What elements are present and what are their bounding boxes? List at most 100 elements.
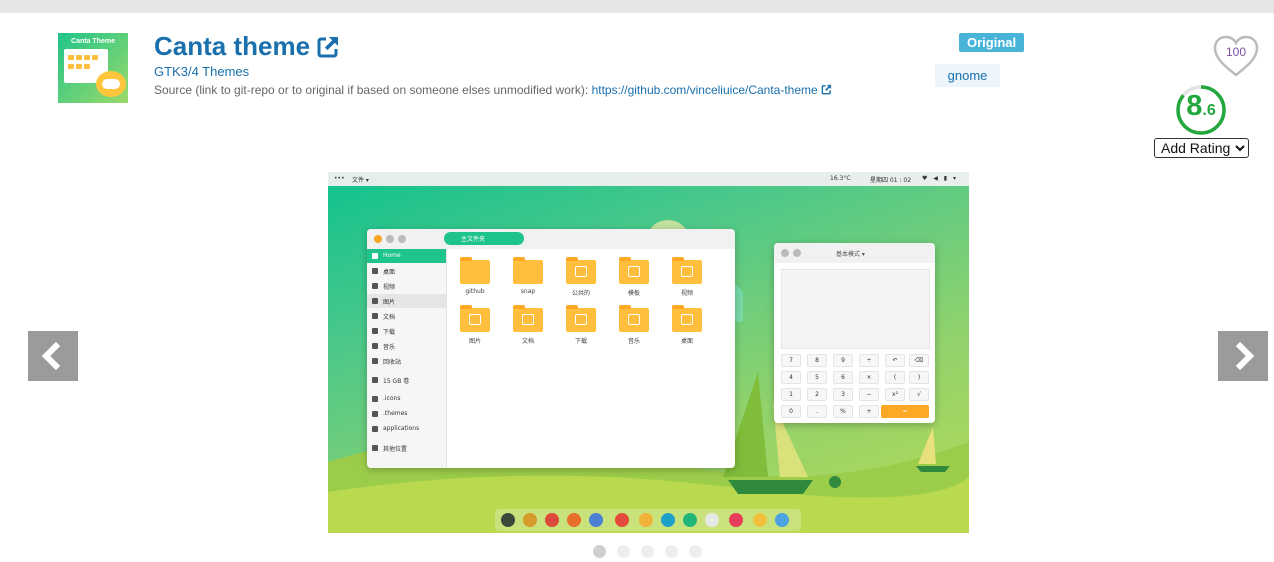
document-icon	[372, 313, 378, 319]
folder-item[interactable]: 下载	[561, 305, 601, 352]
theme-thumbnail[interactable]: Canta Theme	[58, 33, 128, 103]
sidebar-item-music[interactable]: 音乐	[367, 339, 446, 353]
calc-key[interactable]: 2	[807, 388, 827, 401]
calc-key[interactable]: 4	[781, 371, 801, 384]
calc-key[interactable]: %	[833, 405, 853, 418]
calc-key[interactable]: 1	[781, 388, 801, 401]
next-slide-button[interactable]	[1218, 331, 1268, 381]
dock-app-icon[interactable]	[639, 513, 653, 527]
sidebar-item-themes[interactable]: .themes	[367, 407, 446, 421]
sidebar-item-videos[interactable]: 视频	[367, 279, 446, 293]
dock-app-icon[interactable]	[523, 513, 537, 527]
carousel-dot[interactable]	[617, 545, 630, 558]
dock-app-icon[interactable]	[705, 513, 719, 527]
sidebar-item-pictures[interactable]: 图片	[367, 294, 446, 308]
calc-key[interactable]: ÷	[859, 354, 879, 367]
dock-app-icon[interactable]	[545, 513, 559, 527]
sidebar-item-label: .themes	[383, 410, 408, 417]
calc-key[interactable]: 6	[833, 371, 853, 384]
sidebar-item-icons[interactable]: .icons	[367, 392, 446, 406]
sidebar-item-documents[interactable]: 文档	[367, 309, 446, 323]
calc-key[interactable]: ⌫	[909, 354, 929, 367]
calc-key[interactable]: +	[859, 405, 879, 418]
activities-button[interactable]: •••	[334, 175, 345, 182]
calc-key[interactable]: (	[885, 371, 905, 384]
calc-key[interactable]: 3	[833, 388, 853, 401]
window-minimize-button[interactable]	[793, 249, 801, 257]
page-title[interactable]: Canta theme	[154, 31, 340, 66]
calc-key[interactable]: 7	[781, 354, 801, 367]
dock-app-icon[interactable]	[589, 513, 603, 527]
window-minimize-button[interactable]	[386, 235, 394, 243]
window-close-button[interactable]	[781, 249, 789, 257]
folder-item[interactable]: 视频	[667, 257, 707, 304]
window-close-button[interactable]	[374, 235, 382, 243]
prev-slide-button[interactable]	[28, 331, 78, 381]
folder-item[interactable]: snap	[508, 257, 548, 304]
external-link-icon[interactable]	[316, 35, 340, 66]
carousel-dot[interactable]	[641, 545, 654, 558]
weather-indicator[interactable]: 16.3°C	[830, 175, 851, 182]
sidebar-item-desktop[interactable]: 桌面	[367, 264, 446, 278]
dock-app-icon[interactable]	[775, 513, 789, 527]
downloads-folder-icon	[566, 305, 596, 332]
sidebar-item-downloads[interactable]: 下载	[367, 324, 446, 338]
path-bar[interactable]: 主文件夹	[444, 232, 524, 245]
carousel-dot[interactable]	[593, 545, 606, 558]
calc-key[interactable]: .	[807, 405, 827, 418]
dock-app-icon[interactable]	[661, 513, 675, 527]
folder-label: 下载	[574, 338, 587, 345]
carousel-dot[interactable]	[665, 545, 678, 558]
folder-item[interactable]: github	[455, 257, 495, 304]
window-maximize-button[interactable]	[398, 235, 406, 243]
dock-app-icon[interactable]	[501, 513, 515, 527]
calculator-mode[interactable]: 基本模式 ▾	[836, 249, 865, 258]
theme-screenshot[interactable]: ••• 文件 ▾ 16.3°C 星期四 01 : 02 ♥ ◀ ▮ ▾ 主文件夹…	[328, 172, 969, 533]
dock-app-icon[interactable]	[567, 513, 581, 527]
folder-item[interactable]: 公共的	[561, 257, 601, 304]
dock-app-icon[interactable]	[753, 513, 767, 527]
sidebar-item-label: 回收站	[383, 359, 402, 366]
dock-app-icon[interactable]	[683, 513, 697, 527]
add-rating-select[interactable]: Add Rating	[1154, 138, 1249, 158]
calculator-display	[781, 269, 930, 349]
carousel-dot[interactable]	[689, 545, 702, 558]
folder-item[interactable]: 模板	[614, 257, 654, 304]
calc-key[interactable]: −	[859, 388, 879, 401]
folder-item[interactable]: 图片	[455, 305, 495, 352]
sidebar-item-trash[interactable]: 回收站	[367, 354, 446, 368]
folder-item[interactable]: 音乐	[614, 305, 654, 352]
calc-key[interactable]: 0	[781, 405, 801, 418]
calc-key[interactable]: x²	[885, 388, 905, 401]
source-label: Source (link to git-repo or to original …	[154, 83, 589, 97]
sidebar-item-volume[interactable]: 15 GB 卷	[367, 373, 446, 387]
sidebar-item-applications[interactable]: applications	[367, 422, 446, 436]
calc-equals-key[interactable]: =	[881, 405, 929, 418]
dock-app-icon[interactable]	[729, 513, 743, 527]
sidebar-item-other-locations[interactable]: 其他位置	[367, 441, 446, 455]
tag-gnome[interactable]: gnome	[935, 64, 1000, 87]
calc-key[interactable]: ↶	[885, 354, 905, 367]
path-bar-label: 主文件夹	[461, 236, 486, 243]
sidebar-item-label: 音乐	[383, 344, 396, 351]
app-menu[interactable]: 文件 ▾	[352, 175, 369, 184]
calc-key[interactable]: 8	[807, 354, 827, 367]
clock[interactable]: 星期四 01 : 02	[870, 175, 911, 184]
score-value: 8.6	[1175, 90, 1227, 123]
calculator-header: 基本模式 ▾	[774, 243, 935, 263]
calc-key[interactable]: 5	[807, 371, 827, 384]
calc-key[interactable]: )	[909, 371, 929, 384]
folder-item[interactable]: 文档	[508, 305, 548, 352]
calc-key[interactable]: 9	[833, 354, 853, 367]
sidebar-item-home[interactable]: Home	[367, 249, 446, 263]
source-link[interactable]: https://github.com/vinceliuice/Canta-the…	[592, 83, 818, 97]
folder-item[interactable]: 桌面	[667, 305, 707, 352]
external-link-icon[interactable]	[821, 84, 832, 95]
category-link[interactable]: GTK3/4 Themes	[154, 64, 249, 79]
calc-key[interactable]: ×	[859, 371, 879, 384]
calc-key[interactable]: √	[909, 388, 929, 401]
dock-app-icon[interactable]	[615, 513, 629, 527]
system-tray[interactable]: ♥ ◀ ▮ ▾	[922, 175, 958, 182]
original-badge: Original	[959, 33, 1025, 52]
like-button[interactable]: 100	[1212, 34, 1260, 78]
